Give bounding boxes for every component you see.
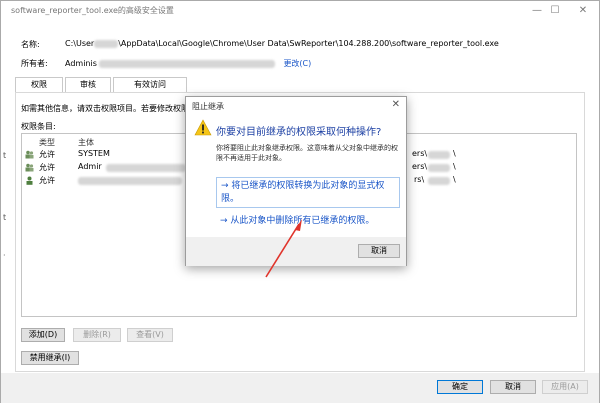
dialog-description: 你将要阻止此对象继承权限。这意味着从父对象中继承的权限不再适用于此对象。 [216, 144, 398, 162]
user-group-icon [25, 150, 34, 159]
disable-inheritance-button[interactable]: 禁用继承(I) [21, 351, 79, 365]
tab-auditing[interactable]: 审核 [65, 77, 111, 92]
user-group-icon [25, 163, 34, 172]
name-prefix: C:\User [65, 39, 95, 48]
minimize-icon[interactable]: — [529, 3, 545, 19]
redacted-block [428, 177, 450, 185]
row-type: 允许 [39, 150, 55, 159]
row-type: 允许 [39, 163, 55, 172]
redacted-block [106, 164, 186, 172]
side-char: t [3, 151, 7, 160]
dialog-cancel-button[interactable]: 取消 [358, 244, 400, 258]
side-char: · [3, 251, 6, 260]
column-type[interactable]: 类型 [39, 137, 55, 148]
remove-inherited-option[interactable]: → 从此对象中删除所有已继承的权限。 [216, 213, 400, 229]
row-principal: SYSTEM [78, 149, 110, 158]
tab-effective-access[interactable]: 有效访问 [113, 77, 187, 92]
tab-permissions[interactable]: 权限 [15, 77, 63, 93]
name-value: C:\User \AppData\Local\Google\Chrome\User… [65, 39, 499, 48]
dialog-footer: 确定 取消 应用(A) [1, 373, 599, 403]
close-icon[interactable]: ✕ [575, 3, 591, 19]
side-char: t [3, 213, 7, 222]
warning-icon [194, 119, 212, 136]
block-inheritance-dialog: 阻止继承 ✕ 你要对目前继承的权限采取何种操作? 你将要阻止此对象继承权限。这意… [185, 96, 407, 266]
row-tail: ers\ [412, 162, 428, 171]
owner-name: Adminis [65, 59, 97, 68]
title-bar: software_reporter_tool.exe的高级安全设置 — ☐ ✕ [1, 1, 599, 21]
dialog-heading: 你要对目前继承的权限采取何种操作? [216, 127, 382, 138]
dialog-title: 阻止继承 [192, 102, 224, 111]
row-tail-end: \ [453, 149, 456, 158]
dialog-footer: 取消 [186, 237, 406, 266]
view-button[interactable]: 查看(V) [127, 328, 173, 342]
remove-button[interactable]: 删除(R) [73, 328, 121, 342]
convert-inherited-option[interactable]: → 将已继承的权限转换为此对象的显式权限。 [216, 177, 400, 208]
owner-label: 所有者: [21, 59, 48, 68]
name-label: 名称: [21, 40, 40, 49]
column-principal[interactable]: 主体 [78, 137, 94, 148]
apply-button[interactable]: 应用(A) [542, 380, 588, 394]
redacted-block [78, 177, 182, 185]
owner-value: Adminis 更改(C) [65, 58, 311, 69]
user-icon [26, 176, 33, 185]
permission-entries-label: 权限条目: [21, 122, 56, 131]
ok-button[interactable]: 确定 [437, 380, 483, 394]
row-tail-end: \ [453, 162, 456, 171]
name-suffix: \AppData\Local\Google\Chrome\User Data\S… [118, 39, 499, 48]
hint-text: 如需其他信息，请双击权限项目。若要修改权限 [21, 104, 189, 113]
owner-change-link[interactable]: 更改(C) [283, 59, 311, 68]
row-tail: rs\ [414, 175, 425, 184]
add-button[interactable]: 添加(D) [21, 328, 65, 342]
redacted-block [98, 59, 275, 68]
row-type: 允许 [39, 176, 55, 185]
redacted-block [94, 39, 119, 48]
row-tail: ers\ [412, 149, 428, 158]
close-icon[interactable]: ✕ [392, 99, 400, 110]
redacted-block [428, 151, 450, 159]
redacted-block [428, 164, 450, 172]
row-tail-end: \ [453, 175, 456, 184]
window-title: software_reporter_tool.exe的高级安全设置 [11, 6, 174, 15]
row-principal: Admir [78, 162, 102, 171]
maximize-icon[interactable]: ☐ [547, 3, 563, 19]
cancel-button[interactable]: 取消 [490, 380, 536, 394]
